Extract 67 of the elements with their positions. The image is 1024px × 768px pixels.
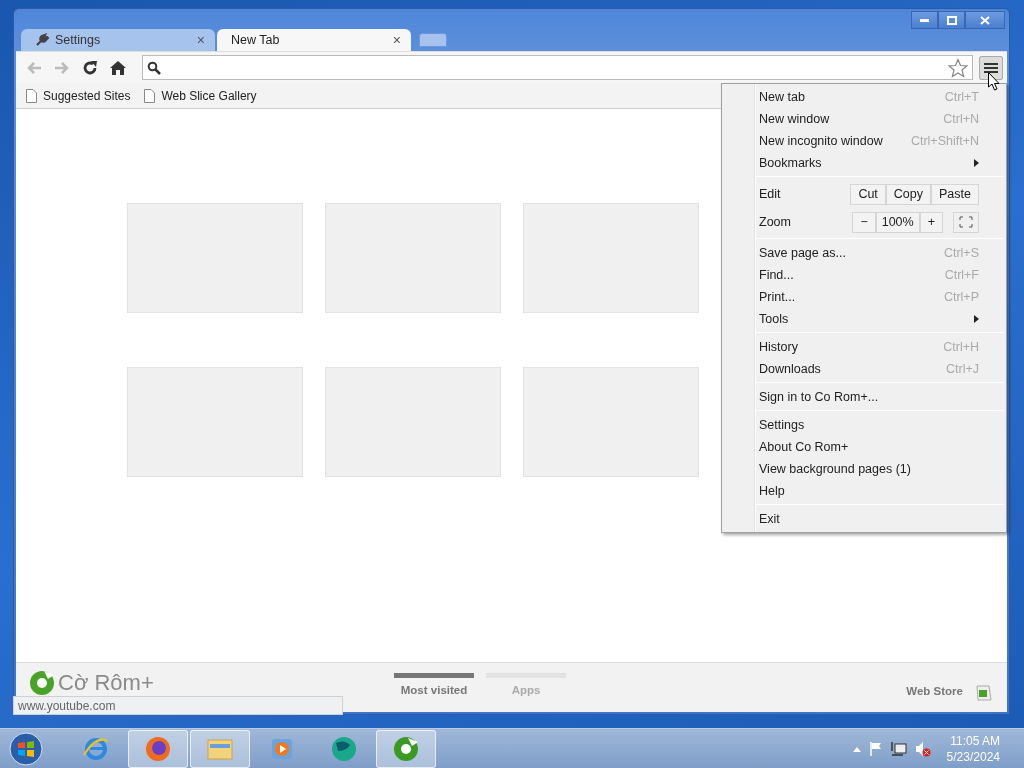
status-bubble: www.youtube.com xyxy=(13,696,343,715)
edit-button[interactable]: Cut xyxy=(850,183,886,205)
menu-item[interactable]: Settings xyxy=(722,414,1004,436)
menu-item[interactable]: Bookmarks xyxy=(722,152,1004,174)
flag-icon[interactable] xyxy=(868,740,883,757)
menu-item[interactable]: About Co Rom+ xyxy=(722,436,1004,458)
corom-logo-icon xyxy=(392,734,420,763)
maximize-icon xyxy=(946,15,957,25)
close-icon xyxy=(980,15,990,25)
section-tab[interactable]: Most visited xyxy=(394,673,474,696)
menu-item[interactable]: Tools xyxy=(722,308,1004,330)
submenu-arrow-icon xyxy=(974,315,979,323)
logo-icon xyxy=(28,669,56,697)
submenu-arrow-icon xyxy=(974,159,979,167)
bookmark-link[interactable]: Suggested Sites xyxy=(43,88,131,103)
fox-globe-icon xyxy=(144,734,172,763)
edit-button[interactable]: Copy xyxy=(885,183,932,205)
menu-item[interactable]: Print... Ctrl+P xyxy=(722,286,1004,308)
web-store-link[interactable]: Web Store xyxy=(906,685,963,697)
minimize-button[interactable] xyxy=(911,11,938,29)
show-hidden-icons-icon[interactable] xyxy=(852,745,861,752)
menu-item[interactable]: Sign in to Co Rom+... xyxy=(722,386,1004,408)
menu-item[interactable]: Downloads Ctrl+J xyxy=(722,358,1004,380)
windows-logo-icon xyxy=(9,731,43,766)
taskbar-app-button[interactable] xyxy=(190,729,250,768)
menu-label: Zoom xyxy=(759,215,792,229)
menu-item[interactable]: Help xyxy=(722,480,1004,502)
bookmark-link[interactable]: Web Slice Gallery xyxy=(161,88,257,103)
taskbar-app-button[interactable] xyxy=(128,729,188,768)
zoom-in-button[interactable]: + xyxy=(919,211,943,233)
page-icon xyxy=(144,88,156,103)
menu-item[interactable]: Exit xyxy=(722,508,1004,530)
menu-item[interactable]: View background pages (1) xyxy=(722,458,1004,480)
taskbar-app-button[interactable] xyxy=(376,729,436,768)
clock-time: 11:05 AM xyxy=(950,732,1000,749)
menu-item[interactable]: History Ctrl+H xyxy=(722,336,1004,358)
search-icon xyxy=(147,60,161,75)
menu-item[interactable]: New window Ctrl+N xyxy=(722,108,1004,130)
close-tab-button[interactable]: × xyxy=(392,32,401,48)
zoom-level: 100% xyxy=(875,211,920,233)
home-icon xyxy=(109,58,127,77)
close-button[interactable] xyxy=(965,11,1005,29)
menu-item[interactable]: Find... Ctrl+F xyxy=(722,264,1004,286)
logo-text: Cờ Rôm+ xyxy=(58,671,154,695)
menu-label: Edit xyxy=(759,187,782,201)
address-bar[interactable] xyxy=(142,55,973,80)
fullscreen-button[interactable] xyxy=(953,211,979,233)
fullscreen-icon xyxy=(959,216,973,228)
page-icon xyxy=(26,88,37,103)
reload-icon xyxy=(81,58,99,77)
edit-button[interactable]: Paste xyxy=(931,183,979,205)
globe-icon xyxy=(330,734,358,763)
menu-button[interactable] xyxy=(979,55,1003,80)
browser-tab[interactable]: Settings × xyxy=(21,29,215,51)
menu-item[interactable]: New incognito window Ctrl+Shift+N xyxy=(722,130,1004,152)
minimize-icon xyxy=(920,18,929,22)
network-icon[interactable] xyxy=(890,740,907,757)
maximize-button[interactable] xyxy=(938,11,965,29)
star-icon[interactable] xyxy=(948,57,968,78)
menu-icon xyxy=(984,61,998,74)
menu-item[interactable]: Save page as... Ctrl+S xyxy=(722,242,1004,264)
speaker-muted-icon[interactable] xyxy=(914,740,931,757)
close-tab-button[interactable]: × xyxy=(196,32,205,48)
zoom-out-button[interactable]: − xyxy=(852,211,876,233)
browser-tab[interactable]: New Tab × xyxy=(217,29,411,51)
clock-date: 5/23/2024 xyxy=(946,748,1000,765)
menu-item[interactable]: New tab Ctrl+T xyxy=(722,86,1004,108)
